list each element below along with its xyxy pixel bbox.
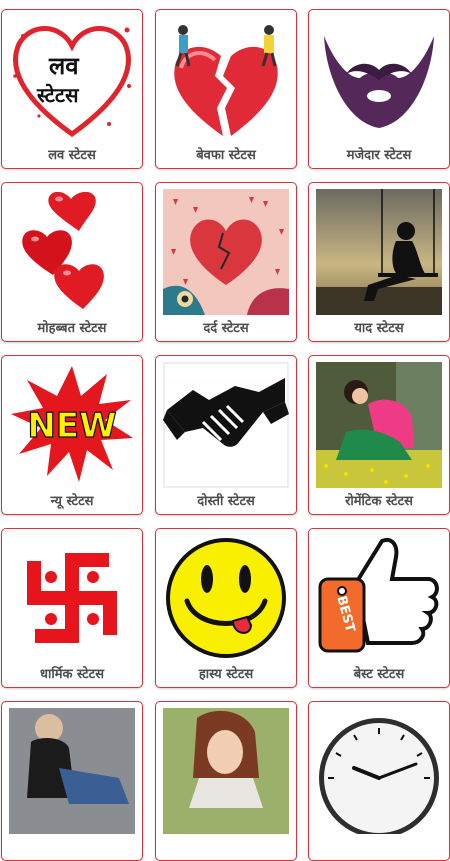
category-label: धार्मिक स्टेटस bbox=[40, 667, 104, 682]
category-card-yaad[interactable]: याद स्टेटस bbox=[308, 182, 450, 342]
category-card-5-1[interactable] bbox=[1, 701, 143, 861]
category-label: बेस्ट स्टेटस bbox=[353, 667, 405, 682]
love-status-heart-icon: लव स्टेटस bbox=[9, 16, 135, 142]
category-label: लव स्टेटस bbox=[48, 148, 96, 163]
wall-clock-icon bbox=[316, 708, 442, 834]
category-card-dharmik[interactable]: धार्मिक स्टेटस bbox=[1, 528, 143, 688]
sad-girl-photo bbox=[163, 708, 289, 834]
best-thumbs-up-icon: BEST bbox=[316, 535, 442, 661]
category-card-dosti[interactable]: दोस्ती स्टेटस bbox=[155, 355, 297, 515]
broken-heart-icon bbox=[163, 16, 289, 142]
category-card-5-2[interactable] bbox=[155, 701, 297, 861]
category-card-best[interactable]: BEST बेस्ट स्टेटस bbox=[308, 528, 450, 688]
girl-in-field-photo bbox=[316, 362, 442, 488]
category-card-romantic[interactable]: रोमेंटिक स्टेटस bbox=[308, 355, 450, 515]
category-card-bewafa[interactable]: बेवफा स्टेटस bbox=[155, 9, 297, 169]
category-card-5-3[interactable] bbox=[308, 701, 450, 861]
red-heart-balloons-icon bbox=[9, 189, 135, 315]
category-label: न्यू स्टेटस bbox=[50, 494, 94, 509]
category-label: मोहब्बत स्टेटस bbox=[37, 321, 107, 336]
pain-heart-art-icon bbox=[163, 189, 289, 315]
new-starburst-icon: NEW bbox=[9, 362, 135, 488]
mustache-beard-icon bbox=[316, 16, 442, 142]
category-card-majedar[interactable]: मजेदार स्टेटस bbox=[308, 9, 450, 169]
category-card-love[interactable]: लव स्टेटस लव स्टेटस bbox=[1, 9, 143, 169]
category-card-mohabbat[interactable]: मोहब्बत स्टेटस bbox=[1, 182, 143, 342]
category-card-hasya[interactable]: हास्य स्टेटस bbox=[155, 528, 297, 688]
category-label: रोमेंटिक स्टेटस bbox=[345, 494, 413, 509]
love-text-line2: स्टेटस bbox=[36, 83, 80, 107]
swing-silhouette-icon bbox=[316, 189, 442, 315]
category-label: मजेदार स्टेटस bbox=[346, 148, 412, 163]
category-label: दर्द स्टेटस bbox=[203, 321, 249, 336]
new-text: NEW bbox=[27, 406, 116, 446]
handshake-icon bbox=[163, 362, 289, 488]
category-card-dard[interactable]: दर्द स्टेटस bbox=[155, 182, 297, 342]
category-label: दोस्ती स्टेटस bbox=[197, 494, 255, 509]
category-label: याद स्टेटस bbox=[354, 321, 404, 336]
swastika-icon bbox=[9, 535, 135, 661]
love-text-line1: लव bbox=[48, 52, 80, 80]
category-label: बेवफा स्टेटस bbox=[196, 148, 256, 163]
sad-person-photo bbox=[9, 708, 135, 834]
smiley-face-icon bbox=[163, 535, 289, 661]
category-card-new[interactable]: NEW न्यू स्टेटस bbox=[1, 355, 143, 515]
category-label: हास्य स्टेटस bbox=[198, 667, 254, 682]
